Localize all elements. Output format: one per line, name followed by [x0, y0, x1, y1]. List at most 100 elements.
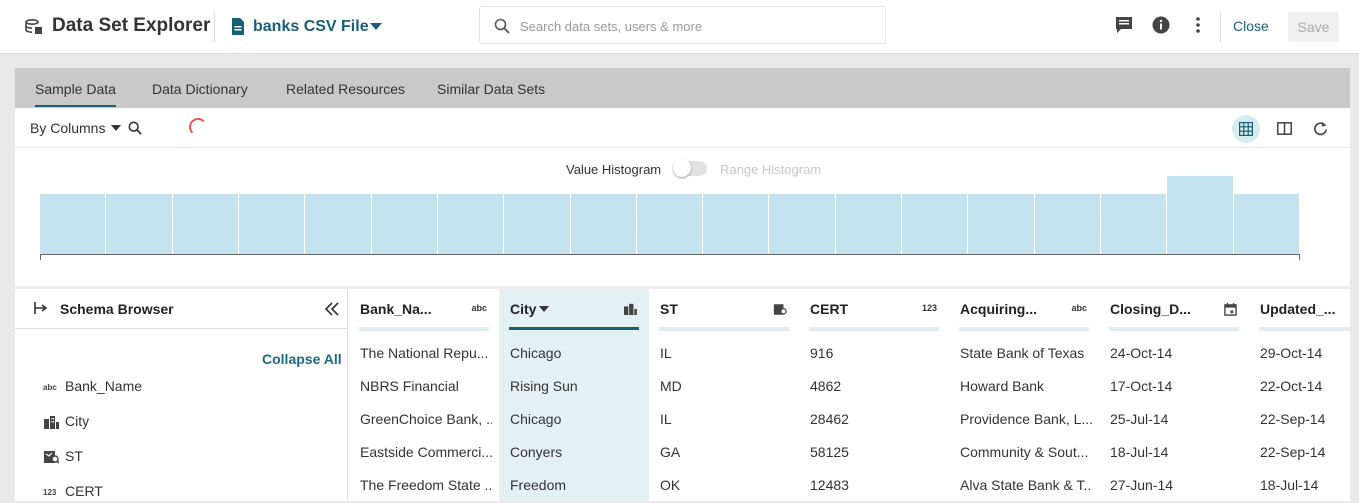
file-name-dropdown[interactable]: banks CSV File [253, 18, 369, 36]
info-icon[interactable] [1151, 15, 1171, 35]
histogram-bar[interactable] [106, 193, 173, 254]
table-cell[interactable]: OK [660, 477, 792, 493]
table-cell[interactable]: NBRS Financial [360, 378, 492, 394]
table-cell[interactable]: MD [660, 378, 792, 394]
column-header[interactable]: Updated_... [1249, 289, 1350, 332]
collapse-panel-icon[interactable] [323, 300, 341, 318]
histogram-bar[interactable] [1233, 193, 1300, 254]
histogram-bar[interactable] [1167, 176, 1234, 254]
histogram-bar[interactable] [570, 193, 637, 254]
main-panel: Sample Data Data Dictionary Related Reso… [15, 68, 1350, 501]
histogram-bar[interactable] [437, 193, 505, 254]
column-title: Closing_D... [1110, 301, 1191, 317]
table-cell[interactable]: Community & Sout... [960, 444, 1092, 460]
chevron-down-icon[interactable] [111, 125, 121, 131]
grid-column[interactable]: CERT 123 916 4862 28462 58125 12483 [799, 289, 949, 501]
more-vertical-icon[interactable] [1188, 15, 1208, 35]
histogram-bar[interactable] [172, 193, 239, 254]
grid-view-button[interactable] [1232, 115, 1260, 143]
number-type-icon: 123 [43, 488, 57, 497]
table-cell[interactable]: 12483 [810, 477, 942, 493]
column-header[interactable]: Acquiring... abc [949, 289, 1099, 332]
tab-related-resources[interactable]: Related Resources [286, 81, 405, 97]
table-cell[interactable]: 29-Oct-14 [1260, 345, 1350, 361]
table-cell[interactable]: Chicago [510, 411, 642, 427]
table-cell[interactable]: Freedom [510, 477, 642, 493]
table-cell[interactable]: 25-Jul-14 [1110, 411, 1242, 427]
grid-column[interactable]: Acquiring... abc State Bank of Texas Howard… [949, 289, 1099, 501]
table-cell[interactable]: Eastside Commerci... [360, 444, 492, 460]
table-cell[interactable]: 22-Oct-14 [1260, 378, 1350, 394]
column-header[interactable]: ST [649, 289, 799, 332]
histogram-bar[interactable] [835, 193, 903, 254]
grid-column[interactable]: Closing_D... 24-Oct-14 17-Oct-14 25-Jul-14 1… [1099, 289, 1249, 501]
tab-similar-data-sets[interactable]: Similar Data Sets [437, 81, 545, 97]
table-cell[interactable]: Rising Sun [510, 378, 642, 394]
table-cell[interactable]: 27-Jun-14 [1110, 477, 1242, 493]
table-cell[interactable]: 58125 [810, 444, 942, 460]
table-cell[interactable]: 28462 [810, 411, 942, 427]
loading-spinner [189, 118, 207, 136]
table-cell[interactable]: 4862 [810, 378, 942, 394]
histogram-area: Value Histogram Range Histogram [15, 148, 1350, 288]
column-title: ST [660, 301, 678, 317]
grid-column[interactable]: City Chicago Rising Sun Chicago Conyers Freed… [499, 289, 649, 501]
histogram-bar[interactable] [968, 193, 1035, 254]
search-input[interactable] [520, 16, 870, 36]
table-cell[interactable]: The National Repu... [360, 345, 492, 361]
histogram-bar[interactable] [636, 193, 704, 254]
table-cell[interactable]: State Bank of Texas [960, 345, 1092, 361]
table-cell[interactable]: 22-Sep-14 [1260, 444, 1350, 460]
table-cell[interactable]: Chicago [510, 345, 642, 361]
collapse-all-link[interactable]: Collapse All [262, 351, 342, 367]
table-cell[interactable]: Conyers [510, 444, 642, 460]
table-cell[interactable]: 18-Jul-14 [1110, 444, 1242, 460]
histogram-bar[interactable] [238, 193, 306, 254]
table-cell[interactable]: The Freedom State ... [360, 477, 492, 493]
histogram-bar[interactable] [1034, 193, 1102, 254]
table-cell[interactable]: 18-Jul-14 [1260, 477, 1350, 493]
column-header[interactable]: CERT 123 [799, 289, 949, 332]
table-cell[interactable]: IL [660, 345, 792, 361]
view-mode-dropdown[interactable]: By Columns [30, 120, 105, 136]
tab-sample-data[interactable]: Sample Data [35, 81, 116, 107]
calendar-icon [1224, 303, 1237, 318]
table-cell[interactable]: GA [660, 444, 792, 460]
table-cell[interactable]: Providence Bank, L... [960, 411, 1092, 427]
column-header[interactable]: City [499, 289, 649, 332]
split-view-icon[interactable] [1277, 122, 1292, 135]
close-button[interactable]: Close [1233, 18, 1269, 34]
search-icon[interactable] [128, 121, 142, 135]
tab-data-dictionary[interactable]: Data Dictionary [152, 81, 248, 97]
refresh-icon[interactable] [1313, 121, 1328, 136]
column-header[interactable]: Closing_D... [1099, 289, 1249, 332]
column-header[interactable]: Bank_Na... abc [349, 289, 499, 332]
table-cell[interactable]: 17-Oct-14 [1110, 378, 1242, 394]
column-title: Updated_... [1260, 301, 1336, 317]
histogram-bar[interactable] [1101, 193, 1168, 254]
comment-icon[interactable] [1114, 15, 1134, 35]
grid-column[interactable]: Bank_Na... abc The National Repu... NBRS Fi… [349, 289, 499, 501]
histogram-bar[interactable] [769, 193, 836, 254]
table-cell[interactable]: GreenChoice Bank, ... [360, 411, 492, 427]
chevron-down-icon[interactable] [370, 23, 382, 30]
table-cell[interactable]: IL [660, 411, 792, 427]
global-search[interactable] [479, 6, 886, 44]
histogram-toggle[interactable] [673, 159, 707, 177]
grid-column[interactable]: Updated_... 29-Oct-14 22-Oct-14 22-Sep-14 22… [1249, 289, 1350, 501]
histogram-bar[interactable] [703, 193, 770, 254]
histogram-bar[interactable] [305, 193, 372, 254]
table-cell[interactable]: 24-Oct-14 [1110, 345, 1242, 361]
table-cell[interactable]: Howard Bank [960, 378, 1092, 394]
table-cell[interactable]: 916 [810, 345, 942, 361]
chevron-down-icon[interactable] [539, 306, 549, 312]
histogram-bar[interactable] [371, 193, 438, 254]
histogram-bar[interactable] [504, 193, 571, 254]
table-cell[interactable]: Alva State Bank & T... [960, 477, 1092, 493]
histogram-bar[interactable] [40, 193, 107, 254]
histogram-bars [40, 176, 1300, 260]
grid-column[interactable]: ST IL MD IL GA OK [649, 289, 799, 501]
histogram-bar[interactable] [902, 193, 969, 254]
table-cell[interactable]: 22-Sep-14 [1260, 411, 1350, 427]
save-button[interactable]: Save [1288, 12, 1339, 42]
